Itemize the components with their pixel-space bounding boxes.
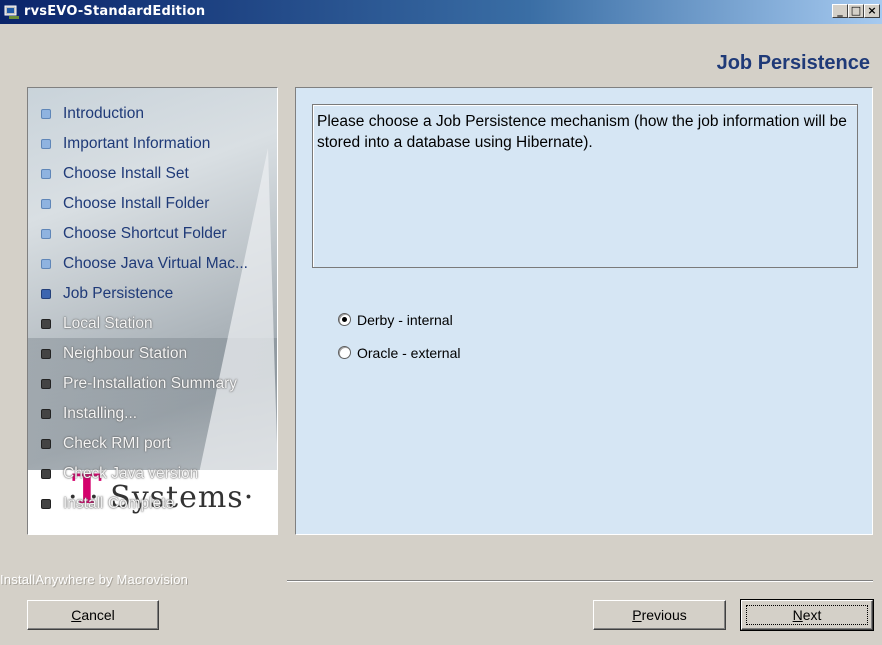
cancel-button[interactable]: Cancel — [27, 600, 159, 630]
step-item: Choose Java Virtual Mac... — [36, 254, 248, 284]
step-item: Important Information — [36, 134, 248, 164]
step-bullet-icon — [41, 319, 51, 329]
step-bullet-icon — [41, 139, 51, 149]
step-bullet-icon — [41, 469, 51, 479]
step-label: Important Information — [63, 135, 211, 152]
step-label: Choose Install Set — [63, 165, 189, 182]
radio-button-derby[interactable] — [338, 313, 351, 326]
page-title: Job Persistence — [716, 52, 870, 74]
step-label: Introduction — [63, 105, 144, 122]
step-item: Local Station — [36, 314, 248, 344]
step-item: Check RMI port — [36, 434, 248, 464]
radio-label-oracle[interactable]: Oracle - external — [357, 345, 460, 361]
step-bullet-icon — [41, 499, 51, 509]
step-label: Installing... — [63, 405, 138, 422]
install-steps-list: Introduction Important Information Choose … — [36, 104, 248, 524]
step-label: Pre-Installation Summary — [63, 375, 238, 392]
description-text: Please choose a Job Persistence mechanis… — [317, 113, 847, 151]
step-item: Installing... — [36, 404, 248, 434]
step-item: Neighbour Station — [36, 344, 248, 374]
step-item: Choose Install Set — [36, 164, 248, 194]
step-item: Check Java version — [36, 464, 248, 494]
step-bullet-icon — [41, 409, 51, 419]
radio-label-derby[interactable]: Derby - internal — [357, 312, 453, 328]
step-bullet-icon — [41, 229, 51, 239]
step-label: Install Complete — [63, 495, 175, 512]
radio-option-derby[interactable]: Derby - internal — [338, 310, 453, 330]
radio-option-oracle[interactable]: Oracle - external — [338, 343, 460, 363]
step-bullet-icon — [41, 169, 51, 179]
maximize-button[interactable]: □ — [848, 4, 864, 18]
step-item: Job Persistence — [36, 284, 248, 314]
installer-app-icon — [4, 5, 19, 19]
step-bullet-icon — [41, 349, 51, 359]
window-title: rvsEVO-StandardEdition — [24, 4, 206, 19]
title-bar[interactable]: rvsEVO-StandardEdition _ □ × — [0, 0, 882, 24]
step-bullet-icon — [41, 109, 51, 119]
step-label: Local Station — [63, 315, 153, 332]
step-bullet-icon — [41, 289, 51, 299]
close-button[interactable]: × — [864, 4, 880, 18]
footer-divider — [287, 580, 873, 582]
step-label: Check RMI port — [63, 435, 171, 452]
step-item: Choose Shortcut Folder — [36, 224, 248, 254]
next-button[interactable]: Next — [740, 599, 874, 631]
step-item: Install Complete — [36, 494, 248, 524]
step-item: Introduction — [36, 104, 248, 134]
step-item: Choose Install Folder — [36, 194, 248, 224]
previous-button[interactable]: Previous — [593, 600, 726, 630]
focus-ring — [746, 605, 868, 625]
step-bullet-icon — [41, 439, 51, 449]
content-panel: Please choose a Job Persistence mechanis… — [295, 87, 873, 535]
step-bullet-icon — [41, 379, 51, 389]
minimize-button[interactable]: _ — [832, 4, 848, 18]
step-label: Check Java version — [63, 465, 199, 482]
description-box: Please choose a Job Persistence mechanis… — [312, 104, 858, 268]
step-bullet-icon — [41, 259, 51, 269]
step-label: Choose Java Virtual Mac... — [63, 255, 248, 272]
installer-vendor-label: InstallAnywhere by Macrovision — [0, 572, 189, 587]
install-steps-panel: T · · Systems· Introduction Important Inf… — [27, 87, 278, 535]
step-label: Choose Shortcut Folder — [63, 225, 227, 242]
radio-button-oracle[interactable] — [338, 346, 351, 359]
step-bullet-icon — [41, 199, 51, 209]
step-label: Choose Install Folder — [63, 195, 210, 212]
step-item: Pre-Installation Summary — [36, 374, 248, 404]
step-label: Job Persistence — [63, 285, 174, 302]
step-label: Neighbour Station — [63, 345, 188, 362]
